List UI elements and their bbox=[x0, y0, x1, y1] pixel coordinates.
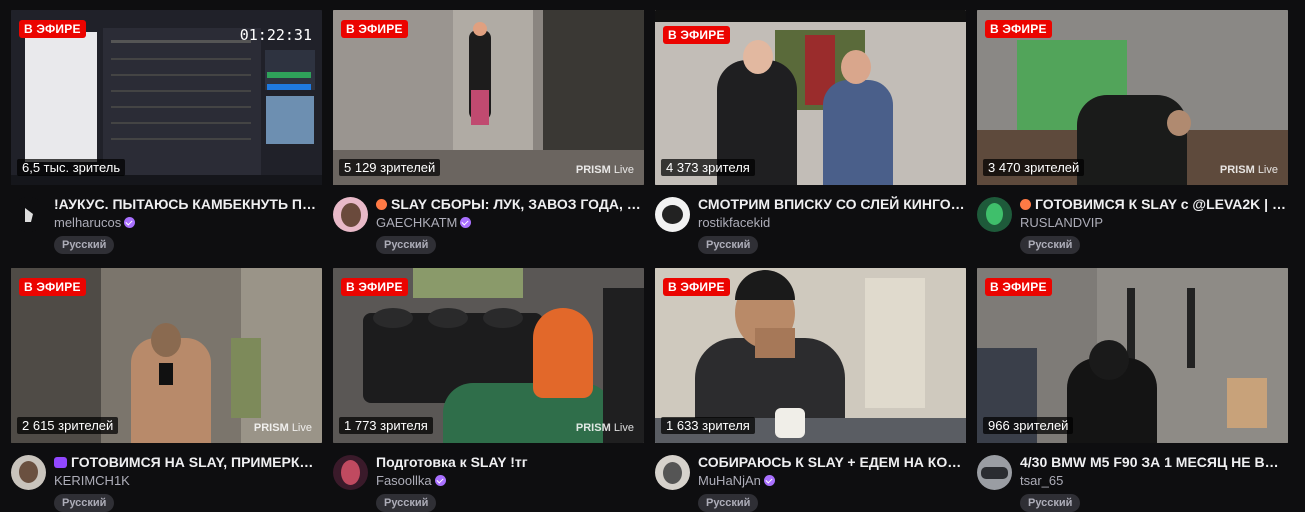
channel-name[interactable]: Fasoollka bbox=[376, 473, 446, 488]
bird-icon bbox=[24, 207, 33, 222]
viewer-count: 3 470 зрителей bbox=[983, 159, 1085, 176]
stream-thumbnail[interactable]: В ЭФИРЕ 2 615 зрителей PRISM Live bbox=[11, 268, 322, 443]
verified-icon bbox=[124, 217, 136, 228]
verified-icon bbox=[763, 475, 775, 486]
channel-avatar[interactable] bbox=[655, 197, 690, 232]
viewer-count: 5 129 зрителей bbox=[339, 159, 441, 176]
channel-name[interactable]: KERIMCH1K bbox=[54, 473, 130, 488]
channel-avatar[interactable] bbox=[333, 197, 368, 232]
stream-card[interactable]: В ЭФИРЕ 1 773 зрителя PRISM Live Подгото… bbox=[333, 268, 644, 512]
stream-thumbnail[interactable]: В ЭФИРЕ 966 зрителей bbox=[977, 268, 1288, 443]
viewer-count: 6,5 тыс. зритель bbox=[17, 159, 126, 176]
live-badge: В ЭФИРЕ bbox=[663, 26, 730, 44]
live-badge: В ЭФИРЕ bbox=[341, 278, 408, 296]
language-tag[interactable]: Русский bbox=[376, 236, 437, 254]
channel-name[interactable]: melharucos bbox=[54, 215, 136, 230]
stream-title[interactable]: 4/30 BMW M5 F90 ЗА 1 МЕСЯЦ НЕ ВЫКЛ... bbox=[1020, 454, 1288, 470]
language-tag[interactable]: Русский bbox=[698, 494, 759, 512]
channel-name[interactable]: MuHaNjAn bbox=[698, 473, 775, 488]
channel-name[interactable]: tsar_65 bbox=[1020, 473, 1063, 488]
stream-card[interactable]: В ЭФИРЕ 1 633 зрителя СОБИРАЮСЬ К SLAY +… bbox=[655, 268, 966, 512]
prism-live-watermark: PRISM Live bbox=[575, 164, 634, 176]
channel-name[interactable]: rostikfacekid bbox=[698, 215, 770, 230]
stream-title[interactable]: ГОТОВИМСЯ НА SLAY, ПРИМЕРКА ДО... bbox=[54, 454, 322, 470]
channel-avatar[interactable] bbox=[977, 197, 1012, 232]
stream-title[interactable]: !АУКУС. ПЫТАЮСЬ КАМБЕКНУТЬ ПОСЛЕ... bbox=[54, 196, 322, 212]
viewer-count: 2 615 зрителей bbox=[17, 417, 119, 434]
stream-card[interactable]: 01:22:31 В ЭФИРЕ 6,5 тыс. зритель !АУКУС… bbox=[11, 10, 322, 265]
channel-avatar[interactable] bbox=[11, 455, 46, 490]
viewer-count: 966 зрителей bbox=[983, 417, 1074, 434]
stream-title[interactable]: ГОТОВИМСЯ К SLAY с @LEVA2K | !тг !... bbox=[1020, 196, 1288, 212]
fire-icon bbox=[1020, 199, 1031, 210]
language-tag[interactable]: Русский bbox=[1020, 236, 1081, 254]
language-tag[interactable]: Русский bbox=[1020, 494, 1081, 512]
stream-card[interactable]: В ЭФИРЕ 2 615 зрителей PRISM Live ГОТОВИ… bbox=[11, 268, 322, 512]
live-badge: В ЭФИРЕ bbox=[19, 278, 86, 296]
stream-card[interactable]: В ЭФИРЕ 5 129 зрителей PRISM Live SLAY С… bbox=[333, 10, 644, 265]
live-badge: В ЭФИРЕ bbox=[985, 20, 1052, 38]
prism-live-watermark: PRISM Live bbox=[575, 422, 634, 434]
channel-avatar[interactable] bbox=[977, 455, 1012, 490]
stream-title[interactable]: СМОТРИМ ВПИСКУ СО СЛЕЙ КИНГОМ п... bbox=[698, 196, 966, 212]
stream-thumbnail[interactable]: В ЭФИРЕ 5 129 зрителей PRISM Live bbox=[333, 10, 644, 185]
stream-title[interactable]: Подготовка к SLAY !тг bbox=[376, 454, 644, 470]
live-badge: В ЭФИРЕ bbox=[341, 20, 408, 38]
verified-icon bbox=[434, 475, 446, 486]
prism-live-watermark: PRISM Live bbox=[1219, 164, 1278, 176]
language-tag[interactable]: Русский bbox=[54, 494, 115, 512]
stream-timer: 01:22:31 bbox=[239, 26, 312, 44]
language-tag[interactable]: Русский bbox=[376, 494, 437, 512]
viewer-count: 1 633 зрителя bbox=[661, 417, 755, 434]
stream-card[interactable]: В ЭФИРЕ 3 470 зрителей PRISM Live ГОТОВИ… bbox=[977, 10, 1288, 265]
stream-title[interactable]: SLAY СБОРЫ: ЛУК, ЗАВОЗ ГОДА, СБОРЫ... bbox=[376, 196, 644, 212]
channel-avatar[interactable] bbox=[655, 455, 690, 490]
channel-avatar[interactable] bbox=[333, 455, 368, 490]
stream-card[interactable]: В ЭФИРЕ 966 зрителей 4/30 BMW M5 F90 ЗА … bbox=[977, 268, 1288, 512]
live-badge: В ЭФИРЕ bbox=[985, 278, 1052, 296]
stream-thumbnail[interactable]: В ЭФИРЕ 4 373 зрителя bbox=[655, 10, 966, 185]
fire-icon bbox=[376, 199, 387, 210]
stream-thumbnail[interactable]: 01:22:31 В ЭФИРЕ 6,5 тыс. зритель bbox=[11, 10, 322, 185]
channel-avatar[interactable] bbox=[11, 197, 46, 232]
live-badge: В ЭФИРЕ bbox=[19, 20, 86, 38]
channel-name[interactable]: GAECHKATM bbox=[376, 215, 472, 230]
channel-name[interactable]: RUSLANDVIP bbox=[1020, 215, 1103, 230]
stream-card[interactable]: В ЭФИРЕ 4 373 зрителя СМОТРИМ ВПИСКУ СО … bbox=[655, 10, 966, 265]
viewer-count: 4 373 зрителя bbox=[661, 159, 755, 176]
prism-live-watermark: PRISM Live bbox=[253, 422, 312, 434]
live-badge: В ЭФИРЕ bbox=[663, 278, 730, 296]
stream-thumbnail[interactable]: В ЭФИРЕ 1 633 зрителя bbox=[655, 268, 966, 443]
stream-title[interactable]: СОБИРАЮСЬ К SLAY + ЕДЕМ НА КОСТЮ... bbox=[698, 454, 966, 470]
stream-thumbnail[interactable]: В ЭФИРЕ 1 773 зрителя PRISM Live bbox=[333, 268, 644, 443]
language-tag[interactable]: Русский bbox=[54, 236, 115, 254]
language-tag[interactable]: Русский bbox=[698, 236, 759, 254]
verified-icon bbox=[460, 217, 472, 228]
stream-thumbnail[interactable]: В ЭФИРЕ 3 470 зрителей PRISM Live bbox=[977, 10, 1288, 185]
viewer-count: 1 773 зрителя bbox=[339, 417, 433, 434]
twitch-icon bbox=[54, 457, 67, 468]
